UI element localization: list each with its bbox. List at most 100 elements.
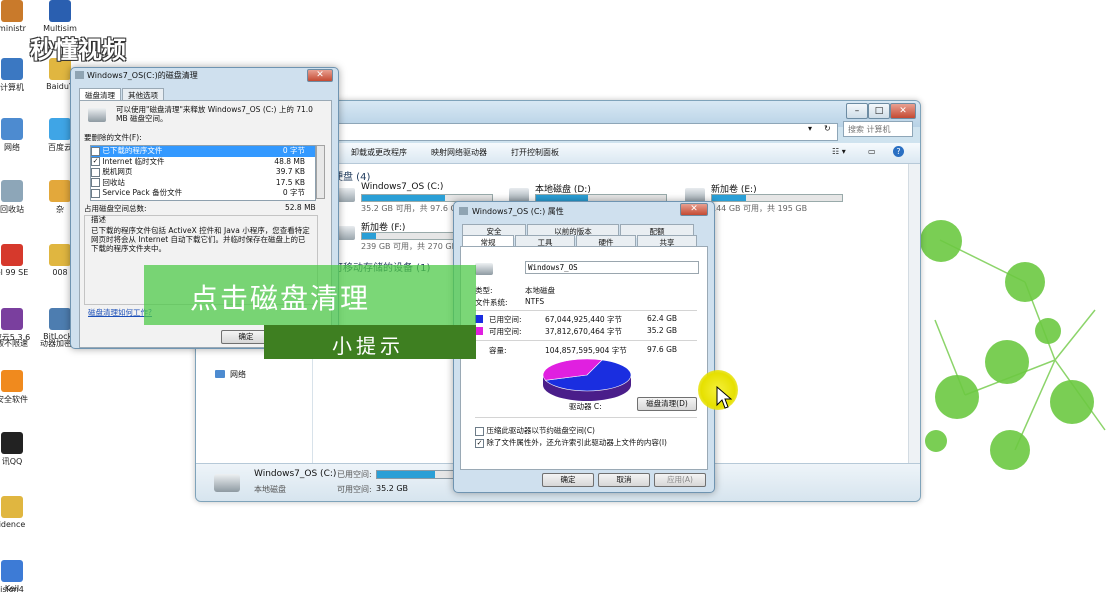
instruction-banner-text: 点击磁盘清理 <box>190 282 371 315</box>
desktop: ministrMultisim计算机BaiduY网络百度云回收站杂el 99 S… <box>0 0 1117 609</box>
file-checkbox[interactable] <box>91 167 100 177</box>
free-space-bytes: 37,812,670,464 字节 <box>545 327 623 336</box>
preview-pane-icon[interactable]: ▭ <box>868 147 876 156</box>
free-space-gb: 35.2 GB <box>647 326 678 335</box>
file-checkbox[interactable] <box>91 178 100 187</box>
general-panel: 类型: 本地磁盘 文件系统: NTFS 已用空间: 67,044,925,440… <box>460 246 708 470</box>
file-size: 0 字节 <box>282 188 305 197</box>
app-icon <box>49 0 71 22</box>
list-item[interactable]: Service Pack 备份文件 0 字节 <box>91 188 315 199</box>
desktop-icon[interactable]: ision4 <box>0 585 40 594</box>
green-circle-8 <box>1035 318 1061 344</box>
toolbar-map-drive-button[interactable]: 映射网络驱动器 <box>431 147 487 158</box>
desktop-icon[interactable]: 讯QQ <box>0 432 40 467</box>
disk-cleanup-button[interactable]: 磁盘清理(D) <box>637 397 697 411</box>
status-drive-icon <box>214 474 240 492</box>
hard-drive-icon <box>685 188 705 202</box>
drive-space-text: 35.2 GB 可用，共 97.6 GB <box>361 204 463 213</box>
toolbar-uninstall-button[interactable]: 卸载或更改程序 <box>351 147 407 158</box>
tip-label: 小提示 <box>264 325 476 359</box>
capacity-gb: 97.6 GB <box>647 345 678 354</box>
list-item[interactable]: ✓ Internet 临时文件 48.8 MB <box>91 157 315 168</box>
volume-name-input[interactable] <box>525 261 699 274</box>
green-circle-2 <box>1005 262 1045 302</box>
app-icon <box>49 118 71 140</box>
file-size: 48.8 MB <box>274 156 305 166</box>
nav-item-network[interactable]: 网络 <box>230 369 246 380</box>
file-checkbox[interactable] <box>91 188 100 198</box>
status-drive-name: Windows7_OS (C:) <box>254 469 337 479</box>
help-icon[interactable]: ? <box>893 146 904 157</box>
desktop-icon-label: idence <box>0 520 26 529</box>
cleanup-close-button[interactable]: ✕ <box>307 69 333 82</box>
files-list-scrollbar[interactable] <box>316 145 325 199</box>
app-icon <box>1 180 23 202</box>
app-icon <box>49 244 71 266</box>
used-color-swatch <box>475 315 483 323</box>
file-checkbox[interactable]: ✓ <box>91 157 100 166</box>
desktop-icon-label: 讯QQ <box>1 457 23 466</box>
explorer-maximize-button[interactable]: □ <box>868 103 890 119</box>
file-name: 脱机网页 <box>102 167 133 176</box>
props-ok-button[interactable]: 确定 <box>542 473 594 487</box>
app-icon <box>1 118 23 140</box>
desktop-icon[interactable]: Multisim <box>32 0 88 33</box>
drive-usage-bar <box>711 194 843 202</box>
explorer-close-button[interactable]: ✕ <box>890 103 916 119</box>
props-apply-button[interactable]: 应用(A) <box>654 473 706 487</box>
cleanup-dialog-title: Windows7_OS(C:)的磁盘清理 <box>87 71 198 80</box>
app-icon <box>1 560 23 582</box>
address-bar[interactable] <box>336 123 838 141</box>
index-option[interactable]: ✓ 除了文件属性外，还允许索引此驱动器上文件的内容(I) <box>475 437 667 448</box>
app-icon <box>49 180 71 202</box>
status-used-label: 已用空间: <box>337 470 372 479</box>
props-close-button[interactable]: ✕ <box>680 203 708 216</box>
green-circle-6 <box>990 430 1030 470</box>
green-circle-5 <box>1050 380 1094 424</box>
app-icon <box>1 0 23 22</box>
view-options-icon[interactable]: ☷ ▾ <box>832 147 846 156</box>
list-item[interactable]: 脱机网页 39.7 KB <box>91 167 315 178</box>
props-cancel-button[interactable]: 取消 <box>598 473 650 487</box>
file-checkbox[interactable]: ✓ <box>91 146 100 156</box>
status-free-label: 可用空间: <box>337 485 372 494</box>
file-size: 39.7 KB <box>275 167 305 176</box>
files-to-delete-label: 要删除的文件(F): <box>84 133 142 142</box>
list-item[interactable]: ✓ 已下载的程序文件 0 字节 <box>91 146 315 157</box>
baidu-jingyan-logo: Bai du经验 <box>900 530 1089 570</box>
explorer-scrollbar[interactable] <box>908 164 920 464</box>
desktop-icon[interactable]: 安全软件 <box>0 370 40 405</box>
search-input[interactable]: 搜索 计算机 <box>843 121 913 137</box>
refresh-icon[interactable]: ↻ <box>824 124 831 133</box>
status-free-value: 35.2 GB <box>376 484 409 493</box>
drive-properties-dialog: Windows7_OS (C:) 属性 ✕ 安全 以前的版本 配额 常规 工具 … <box>453 201 715 493</box>
free-color-swatch <box>475 327 483 335</box>
file-size: 17.5 KB <box>275 177 305 187</box>
index-checkbox[interactable]: ✓ <box>475 438 484 448</box>
props-dialog-icon <box>459 207 468 215</box>
divider <box>475 417 697 418</box>
baidu-slogan: 解决你所有生活问题 <box>900 582 1045 600</box>
app-icon <box>1 432 23 454</box>
green-circle-7 <box>925 430 947 452</box>
app-icon <box>1 370 23 392</box>
address-dropdown-icon[interactable]: ▾ <box>808 124 812 133</box>
explorer-minimize-button[interactable]: – <box>846 103 868 119</box>
divider <box>475 310 697 311</box>
compress-label: 压缩此驱动器以节约磁盘空间(C) <box>486 426 595 435</box>
toolbar-control-panel-button[interactable]: 打开控制面板 <box>511 147 559 158</box>
filesystem-label: 文件系统: <box>475 298 508 307</box>
compress-option[interactable]: 压缩此驱动器以节约磁盘空间(C) <box>475 425 595 436</box>
network-icon <box>215 370 225 378</box>
status-drive-type: 本地磁盘 <box>254 485 286 494</box>
list-item[interactable]: 回收站 17.5 KB <box>91 178 315 189</box>
file-name: Service Pack 备份文件 <box>102 188 183 197</box>
type-value: 本地磁盘 <box>525 286 555 295</box>
compress-checkbox[interactable] <box>475 426 484 436</box>
mouse-pointer-icon <box>716 386 732 409</box>
how-cleanup-works-link[interactable]: 磁盘清理如何工作? <box>88 307 152 318</box>
desktop-icon[interactable]: idence <box>0 496 40 529</box>
desktop-icon-label: 安全软件 <box>0 395 28 404</box>
app-icon <box>1 496 23 518</box>
files-list: ✓ 已下载的程序文件 0 字节 ✓ Internet 临时文件 48.8 MB 脱机… <box>90 145 316 201</box>
